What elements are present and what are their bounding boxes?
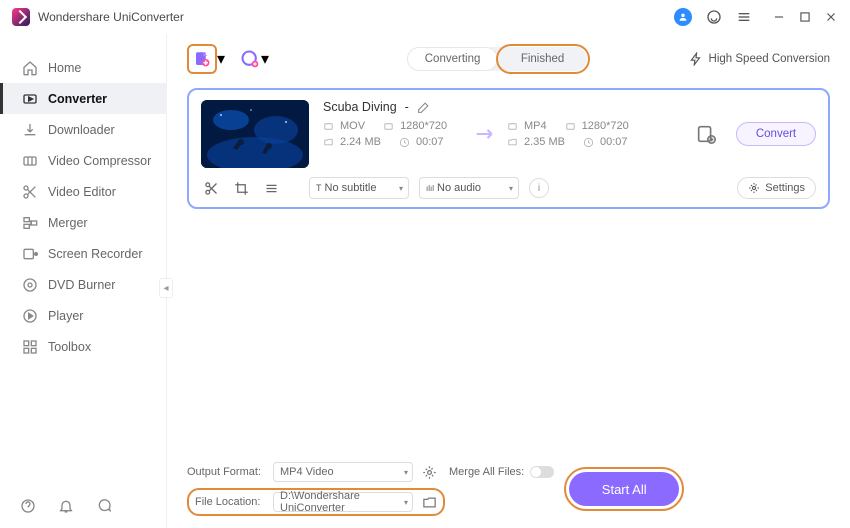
video-thumbnail[interactable] <box>201 100 309 168</box>
trim-icon[interactable] <box>201 178 221 198</box>
sidebar-label: Merger <box>48 216 88 230</box>
sidebar-label: Video Compressor <box>48 154 151 168</box>
output-format-value: MP4 Video <box>280 466 334 478</box>
file-card: Scuba Diving - MOV 1280*720 2.24 MB <box>187 88 830 209</box>
record-icon <box>22 246 38 262</box>
src-duration: 00:07 <box>416 136 444 148</box>
sidebar-item-converter[interactable]: Converter <box>0 83 166 114</box>
file-name: Scuba Diving <box>323 100 397 114</box>
sidebar-item-toolbox[interactable]: Toolbox <box>0 331 166 362</box>
sidebar-label: Screen Recorder <box>48 247 143 261</box>
app-title: Wondershare UniConverter <box>38 10 184 24</box>
sidebar-label: Video Editor <box>48 185 116 199</box>
add-files-button[interactable] <box>187 44 217 74</box>
merge-label: Merge All Files: <box>449 466 524 478</box>
sidebar-label: DVD Burner <box>48 278 115 292</box>
tab-finished[interactable]: Finished <box>498 47 587 71</box>
sidebar-item-merger[interactable]: Merger <box>0 207 166 238</box>
dst-resolution: 1280*720 <box>582 120 629 132</box>
minimize-icon[interactable] <box>772 9 786 25</box>
src-size: 2.24 MB <box>340 136 381 148</box>
file-location-select[interactable]: D:\Wondershare UniConverter▾ <box>273 492 413 512</box>
crop-icon[interactable] <box>231 178 251 198</box>
settings-label: Settings <box>765 182 805 194</box>
converter-icon <box>22 91 38 107</box>
tab-segment: Converting Finished <box>407 47 587 71</box>
dst-duration: 00:07 <box>600 136 628 148</box>
maximize-icon[interactable] <box>798 9 812 25</box>
bell-icon[interactable] <box>58 498 74 514</box>
output-settings-icon[interactable] <box>421 464 437 480</box>
grid-icon <box>22 339 38 355</box>
start-all-button[interactable]: Start All <box>569 472 679 506</box>
sidebar-item-editor[interactable]: Video Editor <box>0 176 166 207</box>
dst-format: MP4 <box>524 120 547 132</box>
sidebar-label: Home <box>48 61 81 75</box>
sidebar-label: Downloader <box>48 123 115 137</box>
support-icon[interactable] <box>706 9 722 25</box>
chevron-down-icon[interactable]: ▾ <box>261 49 269 69</box>
highlight-ring: File Location: D:\Wondershare UniConvert… <box>187 488 445 516</box>
audio-select[interactable]: ılılNo audio▾ <box>419 177 519 199</box>
sidebar: Home Converter Downloader Video Compress… <box>0 34 167 528</box>
app-logo <box>12 8 30 26</box>
feedback-icon[interactable] <box>96 498 112 514</box>
sidebar-item-dvd[interactable]: DVD Burner <box>0 269 166 300</box>
effects-icon[interactable] <box>261 178 281 198</box>
output-format-label: Output Format: <box>187 466 265 478</box>
tab-converting[interactable]: Converting <box>407 47 498 71</box>
collapse-sidebar-icon[interactable]: ◂ <box>159 278 173 298</box>
download-icon <box>22 122 38 138</box>
chevron-down-icon[interactable]: ▾ <box>217 49 225 69</box>
sidebar-label: Player <box>48 309 83 323</box>
sidebar-item-home[interactable]: Home <box>0 52 166 83</box>
info-icon[interactable]: i <box>529 178 549 198</box>
user-avatar[interactable] <box>674 8 692 26</box>
src-format: MOV <box>340 120 365 132</box>
subtitle-select[interactable]: TNo subtitle▾ <box>309 177 409 199</box>
sidebar-label: Converter <box>48 92 107 106</box>
subtitle-value: No subtitle <box>325 182 377 194</box>
sidebar-item-recorder[interactable]: Screen Recorder <box>0 238 166 269</box>
file-location-value: D:\Wondershare UniConverter <box>280 490 396 514</box>
scissors-icon <box>22 184 38 200</box>
merge-icon <box>22 215 38 231</box>
file-name-dash: - <box>405 100 409 114</box>
merge-toggle[interactable] <box>530 466 554 478</box>
dst-size: 2.35 MB <box>524 136 565 148</box>
high-speed-label: High Speed Conversion <box>709 53 830 65</box>
highlight-ring: Start All <box>564 467 684 511</box>
home-icon <box>22 60 38 76</box>
high-speed-toggle[interactable]: High Speed Conversion <box>689 52 830 66</box>
sidebar-item-player[interactable]: Player <box>0 300 166 331</box>
settings-button[interactable]: Settings <box>737 177 816 199</box>
sidebar-label: Toolbox <box>48 340 91 354</box>
arrow-right-icon <box>473 127 497 141</box>
titlebar: Wondershare UniConverter <box>0 0 850 34</box>
close-icon[interactable] <box>824 9 838 25</box>
preset-icon[interactable] <box>692 120 720 148</box>
disc-icon <box>22 277 38 293</box>
open-folder-icon[interactable] <box>421 494 437 510</box>
toolbar: ▾ ▾ Converting Finished High Speed Conve… <box>167 34 850 84</box>
audio-value: No audio <box>437 182 481 194</box>
menu-icon[interactable] <box>736 9 752 25</box>
convert-button[interactable]: Convert <box>736 122 816 146</box>
footer: Output Format: MP4 Video▾ Merge All File… <box>167 454 850 528</box>
sidebar-item-compressor[interactable]: Video Compressor <box>0 145 166 176</box>
src-resolution: 1280*720 <box>400 120 447 132</box>
help-icon[interactable] <box>20 498 36 514</box>
sidebar-item-downloader[interactable]: Downloader <box>0 114 166 145</box>
file-location-label: File Location: <box>195 496 265 508</box>
compress-icon <box>22 153 38 169</box>
output-format-select[interactable]: MP4 Video▾ <box>273 462 413 482</box>
edit-name-icon[interactable] <box>417 101 430 114</box>
add-url-button[interactable] <box>239 48 261 70</box>
play-icon <box>22 308 38 324</box>
